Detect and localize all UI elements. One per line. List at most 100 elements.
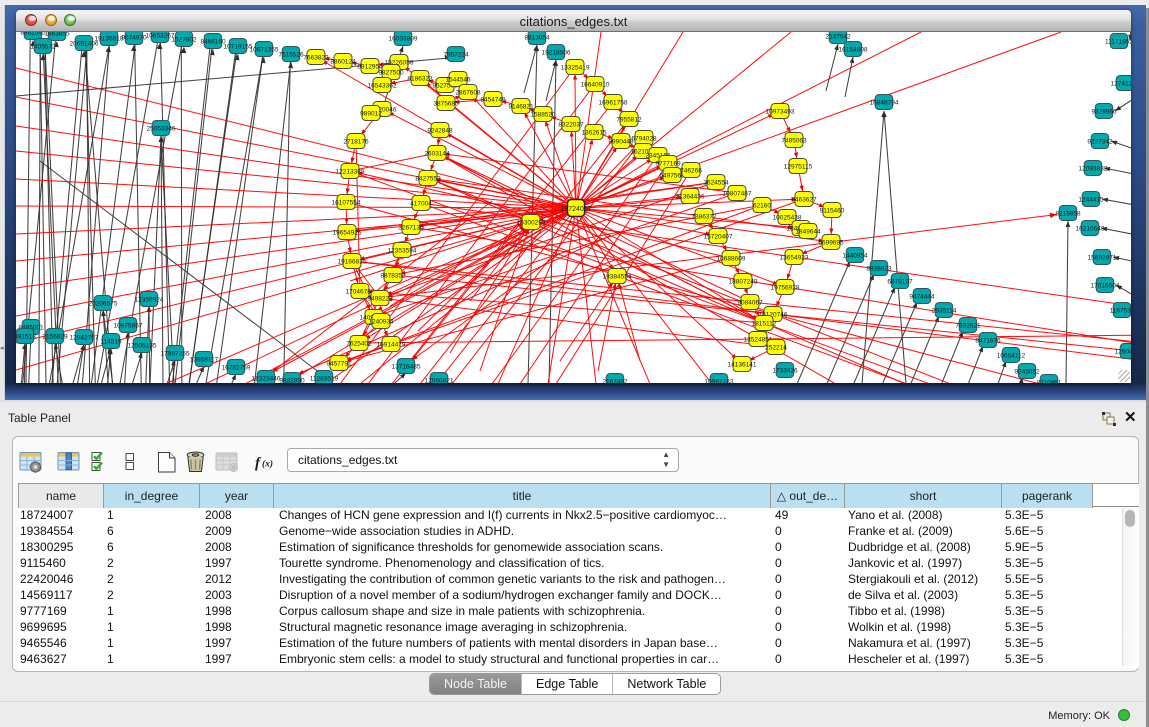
svg-text:7515526: 7515526 (278, 51, 304, 58)
svg-text:12213389: 12213389 (336, 168, 365, 175)
svg-text:19135818: 19135818 (95, 35, 124, 42)
svg-text:2167482: 2167482 (602, 378, 628, 383)
svg-text:16154808: 16154808 (839, 46, 868, 53)
svg-text:10807487: 10807487 (723, 190, 752, 197)
svg-text:16961758: 16961758 (599, 99, 628, 106)
svg-text:9463627: 9463627 (791, 196, 817, 203)
svg-text:19384554: 19384554 (603, 273, 632, 280)
svg-text:2156829: 2156829 (42, 333, 68, 340)
svg-text:1362615: 1362615 (581, 129, 607, 136)
svg-text:16033809: 16033809 (389, 35, 418, 42)
svg-text:17046788: 17046788 (346, 288, 375, 295)
svg-text:1167534: 1167534 (1110, 307, 1131, 314)
svg-text:6794028: 6794028 (631, 135, 657, 142)
svg-text:8454749: 8454749 (480, 96, 506, 103)
svg-text:7485063: 7485063 (781, 137, 807, 144)
svg-text:8860124: 8860124 (330, 58, 356, 65)
svg-text:1863855: 1863855 (44, 32, 70, 38)
svg-text:746266: 746266 (680, 167, 702, 174)
svg-text:14136141: 14136141 (728, 361, 757, 368)
svg-text:17957255: 17957255 (161, 350, 190, 357)
svg-text:16107554: 16107554 (332, 199, 361, 206)
svg-text:1527602: 1527602 (171, 36, 197, 43)
svg-text:12359924: 12359924 (135, 296, 164, 303)
svg-text:16782759: 16782759 (222, 364, 251, 371)
svg-text:15720407: 15720407 (704, 233, 733, 240)
svg-text:2718176: 2718176 (343, 138, 369, 145)
svg-text:8215958: 8215958 (1055, 210, 1081, 217)
svg-text:9329966: 9329966 (1091, 108, 1117, 115)
svg-text:8471676: 8471676 (975, 337, 1001, 344)
svg-text:2935114: 2935114 (932, 307, 957, 314)
svg-text:20206575: 20206575 (89, 300, 118, 307)
svg-text:2603144: 2603144 (424, 150, 450, 157)
svg-text:25053346: 25053346 (147, 125, 176, 132)
svg-text:8466160: 8466160 (200, 38, 226, 45)
svg-text:9498222: 9498222 (367, 295, 393, 302)
svg-text:8990448: 8990448 (608, 138, 634, 145)
svg-text:8813054: 8813054 (524, 34, 550, 41)
svg-text:16914479: 16914479 (377, 341, 406, 348)
svg-text:9227342: 9227342 (1087, 138, 1113, 145)
svg-text:12505135: 12505135 (128, 342, 157, 349)
svg-text:1405572: 1405572 (30, 43, 56, 50)
svg-text:10967183: 10967183 (705, 378, 734, 383)
svg-text:7632621: 7632621 (955, 322, 981, 329)
svg-text:9827500: 9827500 (378, 69, 404, 76)
svg-text:62160: 62160 (753, 202, 771, 209)
svg-text:391513: 391513 (16, 333, 36, 340)
svg-text:1733426: 1733426 (772, 367, 798, 374)
svg-text:9245052: 9245052 (1014, 368, 1040, 375)
svg-text:12323446: 12323446 (252, 375, 281, 382)
svg-text:1544546: 1544546 (445, 76, 471, 83)
svg-text:9882890: 9882890 (279, 377, 305, 383)
svg-text:9777169: 9777169 (655, 160, 681, 167)
svg-text:9242848: 9242848 (427, 127, 453, 134)
svg-text:12060821: 12060821 (425, 377, 454, 383)
svg-text:1440954: 1440954 (842, 252, 868, 259)
svg-text:9674970: 9674970 (121, 34, 147, 41)
svg-text:252214: 252214 (765, 344, 787, 351)
svg-text:9146821: 9146821 (508, 103, 534, 110)
svg-text:8427552: 8427552 (415, 175, 441, 182)
svg-text:114519: 114519 (100, 338, 122, 345)
svg-text:16210643: 16210643 (1076, 225, 1105, 232)
svg-text:19756928: 19756928 (771, 284, 800, 291)
svg-text:8878352: 8878352 (380, 272, 406, 279)
svg-text:17016504: 17016504 (1091, 282, 1120, 289)
svg-text:16640910: 16640910 (581, 81, 610, 88)
svg-text:8862545: 8862545 (20, 32, 46, 37)
svg-text:10671355: 10671355 (250, 46, 279, 53)
svg-text:989012: 989012 (360, 110, 382, 117)
svg-text:19654925: 19654925 (333, 229, 362, 236)
svg-text:18300295: 18300295 (517, 219, 546, 226)
svg-text:13716485: 13716485 (392, 363, 421, 370)
svg-text:3267130: 3267130 (398, 224, 424, 231)
svg-text:11283519: 11283519 (310, 375, 339, 382)
svg-text:10654112: 10654112 (997, 352, 1026, 359)
svg-text:8110861: 8110861 (1037, 379, 1062, 383)
svg-text:18807249: 18807249 (729, 278, 758, 285)
svg-text:7625402: 7625402 (346, 340, 372, 347)
svg-text:8322037: 8322037 (558, 121, 584, 128)
svg-text:16848794: 16848794 (870, 99, 899, 106)
svg-text:8186323: 8186323 (407, 75, 433, 82)
svg-text:10975867: 10975867 (114, 322, 143, 329)
svg-text:7663822: 7663822 (303, 54, 329, 61)
svg-text:10719155: 10719155 (224, 43, 253, 50)
svg-text:2867608: 2867608 (455, 89, 481, 96)
svg-text:6699695: 6699695 (818, 239, 844, 246)
svg-text:f: f (255, 456, 262, 472)
svg-text:9084067: 9084067 (737, 299, 763, 306)
svg-text:12741317: 12741317 (1111, 80, 1131, 87)
svg-text:21364436: 21364436 (676, 193, 705, 200)
svg-text:2147642: 2147642 (825, 33, 851, 40)
svg-text:12604539: 12604539 (1115, 348, 1131, 355)
svg-text:(x): (x) (262, 459, 273, 470)
svg-text:417004: 417004 (410, 200, 432, 207)
svg-text:18724007: 18724007 (560, 205, 591, 212)
svg-text:7957224: 7957224 (443, 51, 469, 58)
svg-text:12942757: 12942757 (70, 334, 99, 341)
svg-text:1815112: 1815112 (752, 320, 777, 327)
svg-text:3875685: 3875685 (433, 100, 459, 107)
